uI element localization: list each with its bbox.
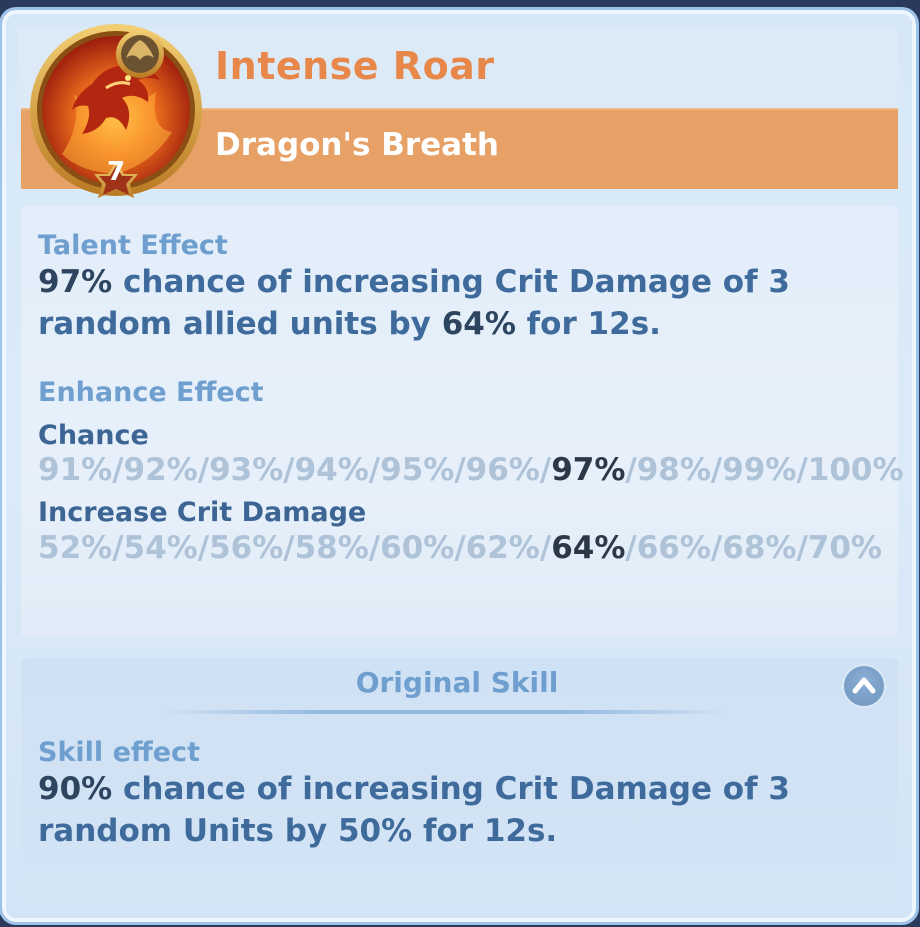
original-skill-title: Original Skill — [355, 666, 559, 699]
level-separator: / — [368, 452, 381, 488]
crit-damage-level-9: 68% — [722, 530, 797, 566]
crit-damage-level-8: 66% — [636, 530, 711, 566]
enhance-effect-label: Enhance Effect — [38, 377, 264, 408]
chance-level-9: 99% — [722, 452, 797, 488]
level-separator: / — [796, 452, 808, 488]
skill-effect-text: 90% chance of increasing Crit Damage of … — [38, 771, 790, 849]
crit-damage-level-10: 70% — [807, 530, 882, 566]
title-divider — [165, 710, 725, 714]
skill-effect-label: Skill effect — [38, 737, 200, 768]
level-separator: / — [454, 530, 466, 566]
level-separator: / — [539, 530, 552, 566]
level-separator: / — [283, 452, 295, 488]
chance-level-1: 91% — [38, 452, 113, 488]
crit-damage-level-5: 60% — [380, 530, 455, 566]
talent-effect-label: Talent Effect — [38, 230, 228, 261]
level-separator: / — [368, 530, 381, 566]
level-separator: / — [283, 530, 295, 566]
hero-name: Dragon's Breath — [215, 127, 499, 163]
level-separator: / — [454, 452, 466, 488]
chance-levels: 91%/92%/93%/94%/95%/96%/97%/98%/99%/100% — [38, 452, 904, 488]
crit-damage-levels: 52%/54%/56%/58%/60%/62%/64%/66%/68%/70% — [38, 530, 882, 566]
level-separator: / — [796, 530, 808, 566]
dragon-emblem-icon: 7 — [22, 14, 210, 206]
chance-level-3: 93% — [209, 452, 284, 488]
level-separator: / — [625, 452, 637, 488]
level-separator: / — [539, 452, 552, 488]
level-separator: / — [112, 530, 124, 566]
chance-level-2: 92% — [123, 452, 198, 488]
crit-damage-level-7: 64% — [551, 530, 626, 566]
chance-label: Chance — [38, 420, 149, 451]
level-separator: / — [197, 530, 210, 566]
chance-level-10: 100% — [807, 452, 904, 488]
talent-chance-value: 97% — [38, 264, 113, 300]
crit-damage-level-2: 54% — [123, 530, 198, 566]
level-badge: 7 — [106, 157, 126, 187]
talent-name: Intense Roar — [215, 44, 495, 88]
chevron-up-icon — [852, 677, 876, 694]
crit-damage-level-3: 56% — [209, 530, 284, 566]
chance-level-8: 98% — [636, 452, 711, 488]
skill-chance-value: 90% — [38, 771, 113, 807]
level-separator: / — [112, 452, 124, 488]
level-separator: / — [710, 452, 723, 488]
collapse-button[interactable] — [842, 664, 886, 708]
talent-damage-value: 64% — [441, 306, 516, 342]
crit-damage-label: Increase Crit Damage — [38, 497, 367, 528]
level-separator: / — [625, 530, 637, 566]
level-separator: / — [710, 530, 723, 566]
chance-level-6: 96% — [465, 452, 540, 488]
crit-damage-level-4: 58% — [294, 530, 369, 566]
talent-effect-text: 97% chance of increasing Crit Damage of … — [38, 264, 790, 342]
chance-level-4: 94% — [294, 452, 369, 488]
chance-level-7: 97% — [551, 452, 626, 488]
level-separator: / — [197, 452, 210, 488]
chance-level-5: 95% — [380, 452, 455, 488]
crit-damage-level-6: 62% — [465, 530, 540, 566]
crit-damage-level-1: 52% — [38, 530, 113, 566]
